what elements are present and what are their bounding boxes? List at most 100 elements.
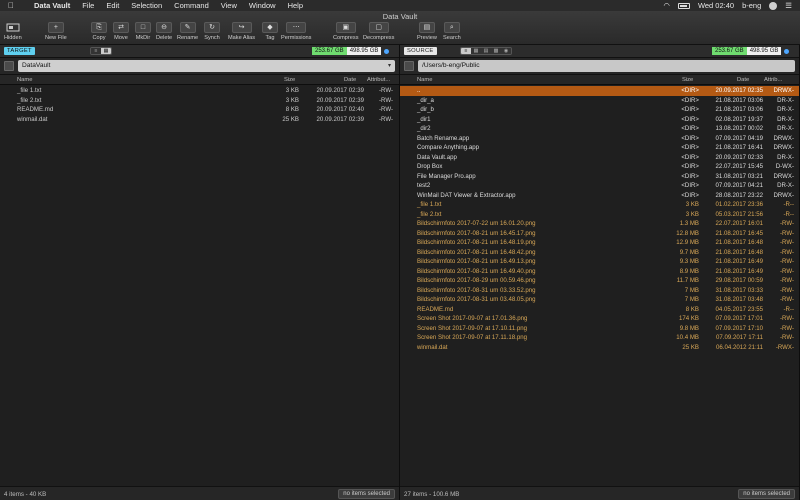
table-row[interactable]: README.md 8 KB 04.05.2017 23:55 -R-- <box>400 305 799 315</box>
table-row[interactable]: Screen Shot 2017-09-07 at 17.01.36.png 17… <box>400 314 799 324</box>
right-eye-icon[interactable]: ◉ <box>501 48 511 54</box>
table-row[interactable]: Bildschirmfoto 2017-08-31 um 03.33.52.pn… <box>400 286 799 296</box>
table-row[interactable]: Bildschirmfoto 2017-08-21 um 16.49.13.pn… <box>400 257 799 267</box>
mkdir-button[interactable]: □ MkDir <box>135 22 151 41</box>
left-icon-view-icon[interactable]: ▦ <box>101 48 111 54</box>
right-status-bar: 27 items - 100.6 MB no items selected <box>400 486 799 500</box>
tag-button[interactable]: ◆ Tag <box>262 22 278 41</box>
make-alias-button[interactable]: ↪ Make Alias <box>228 22 255 41</box>
right-path-toggle[interactable] <box>404 61 414 71</box>
table-row[interactable]: winmail.dat 25 KB 20.09.2017 02:39 -RW- <box>0 115 399 125</box>
menu-edit[interactable]: Edit <box>100 1 125 10</box>
file-name: _file 1.txt <box>417 201 442 208</box>
file-date: 21.08.2017 16:45 <box>715 229 763 237</box>
menubar-clock[interactable]: Wed 02:40 <box>698 1 734 10</box>
table-row[interactable]: Bildschirmfoto 2017-08-21 um 16.48.42.pn… <box>400 248 799 258</box>
permissions-button[interactable]: ⋯ Permissions <box>281 22 311 41</box>
file-name: _file 2.txt <box>417 210 442 218</box>
table-row[interactable]: winmail.dat 25 KB 06.04.2012 21:11 -RWX- <box>400 343 799 353</box>
left-path-field[interactable]: DataVault ▾ <box>18 60 395 72</box>
table-row[interactable]: Bildschirmfoto 2017-08-21 um 16.45.17.pn… <box>400 229 799 239</box>
table-row[interactable]: Bildschirmfoto 2017-08-29 um 00.59.46.pn… <box>400 276 799 286</box>
left-path-toggle[interactable] <box>4 61 14 71</box>
menu-window[interactable]: Window <box>243 1 282 10</box>
right-disk-space: 253.67 GB 498.95 GB <box>712 47 790 55</box>
new-file-button[interactable]: + New File <box>45 22 67 41</box>
synch-button[interactable]: ↻ Synch <box>204 22 220 41</box>
menu-app-name[interactable]: Data Vault <box>28 1 76 10</box>
right-columns-view-icon[interactable]: ▤ <box>481 48 491 54</box>
delete-button[interactable]: ⊖ Delete <box>156 22 172 41</box>
preview-button[interactable]: ▤ Preview <box>417 22 437 41</box>
table-row[interactable]: _dir1 <DIR> 02.08.2017 19:37 DR-X- <box>400 115 799 125</box>
left-list-view-icon[interactable]: ≡ <box>91 48 101 54</box>
battery-icon[interactable] <box>677 2 690 9</box>
table-row[interactable]: .. <DIR> 20.09.2017 02:35 DRWX- <box>400 86 799 96</box>
decompress-button[interactable]: ▢ Decompress <box>363 22 394 41</box>
right-col-attrib[interactable]: Attrib... <box>764 77 782 83</box>
new-file-icon: + <box>47 22 64 33</box>
table-row[interactable]: Drop Box <DIR> 22.07.2017 15:45 D-WX- <box>400 162 799 172</box>
right-pane: SOURCE ≡ ▦ ▤ ▩ ◉ 253.67 GB 498.95 GB /Us… <box>400 45 800 500</box>
source-tag[interactable]: SOURCE <box>404 47 437 55</box>
left-path-chevron-icon[interactable]: ▾ <box>388 60 391 72</box>
menu-command[interactable]: Command <box>168 1 215 10</box>
rename-icon: ✎ <box>179 22 196 33</box>
table-row[interactable]: _file 2.txt 3 KB 20.09.2017 02:39 -RW- <box>0 96 399 106</box>
right-col-name[interactable]: Name <box>417 77 432 83</box>
table-row[interactable]: Batch Rename.app <DIR> 07.09.2017 04:19 DRW… <box>400 134 799 144</box>
left-col-date[interactable]: Date <box>344 77 356 83</box>
table-row[interactable]: _file 1.txt 3 KB 20.09.2017 02:39 -RW- <box>0 86 399 96</box>
table-row[interactable]: Bildschirmfoto 2017-08-21 um 16.49.40.pn… <box>400 267 799 277</box>
table-row[interactable]: _file 2.txt 3 KB 05.03.2017 21:56 -R-- <box>400 210 799 220</box>
file-date: 31.08.2017 03:21 <box>715 172 763 180</box>
search-button[interactable]: ⌕ Search <box>443 22 461 41</box>
apple-icon[interactable]:  <box>8 1 18 10</box>
menubar-user[interactable]: b-eng <box>742 1 761 10</box>
right-col-date[interactable]: Date <box>737 77 749 83</box>
table-row[interactable]: README.md 8 KB 20.09.2017 02:40 -RW- <box>0 105 399 115</box>
notification-center-icon[interactable]: ☰ <box>785 1 792 10</box>
table-row[interactable]: Bildschirmfoto 2017-07-22 um 16.01.20.pn… <box>400 219 799 229</box>
synch-label: Synch <box>204 35 220 41</box>
right-path-field[interactable]: /Users/b-eng/Public <box>418 60 795 72</box>
move-button[interactable]: ⇄ Move <box>113 22 129 41</box>
table-row[interactable]: Compare Anything.app <DIR> 21.08.2017 16:4… <box>400 143 799 153</box>
right-view-switcher[interactable]: ≡ ▦ ▤ ▩ ◉ <box>460 47 512 55</box>
table-row[interactable]: _dir_b <DIR> 21.08.2017 03:06 DR-X- <box>400 105 799 115</box>
file-attributes: DRWX- <box>773 172 794 180</box>
table-row[interactable]: _file 1.txt 3 KB 01.02.2017 23:36 -R-- <box>400 200 799 210</box>
table-row[interactable]: _dir2 <DIR> 13.08.2017 00:02 DR-X- <box>400 124 799 134</box>
menu-help[interactable]: Help <box>282 1 309 10</box>
menu-view[interactable]: View <box>215 1 243 10</box>
right-selection-button[interactable]: no items selected <box>738 489 795 499</box>
left-col-name[interactable]: Name <box>17 77 32 83</box>
right-coverflow-view-icon[interactable]: ▩ <box>491 48 501 54</box>
menu-file[interactable]: File <box>76 1 100 10</box>
table-row[interactable]: Data Vault.app <DIR> 20.09.2017 02:33 DR-X- <box>400 153 799 163</box>
right-col-size[interactable]: Size <box>682 77 693 83</box>
table-row[interactable]: File Manager Pro.app <DIR> 31.08.2017 03:2… <box>400 172 799 182</box>
left-selection-button[interactable]: no items selected <box>338 489 395 499</box>
spotlight-icon[interactable] <box>769 1 778 10</box>
hidden-button[interactable]: Hidden <box>4 22 22 41</box>
table-row[interactable]: Screen Shot 2017-09-07 at 17.11.18.png 10… <box>400 333 799 343</box>
right-list-view-icon[interactable]: ≡ <box>461 48 471 54</box>
compress-button[interactable]: ▣ Compress <box>333 22 359 41</box>
table-row[interactable]: test2 <DIR> 07.09.2017 04:21 DR-X- <box>400 181 799 191</box>
table-row[interactable]: Screen Shot 2017-09-07 at 17.10.11.png 9.… <box>400 324 799 334</box>
left-view-switcher[interactable]: ≡ ▦ <box>90 47 112 55</box>
menu-selection[interactable]: Selection <box>125 1 168 10</box>
right-icon-view-icon[interactable]: ▦ <box>471 48 481 54</box>
table-row[interactable]: WinMail DAT Viewer & Extractor.app <DIR> 2… <box>400 191 799 201</box>
copy-button[interactable]: ⎘ Copy <box>91 22 107 41</box>
rename-button[interactable]: ✎ Rename <box>177 22 198 41</box>
left-col-size[interactable]: Size <box>284 77 295 83</box>
file-size: 3 KB <box>285 96 299 104</box>
left-col-attrib[interactable]: Attribut... <box>367 77 390 83</box>
target-tag[interactable]: TARGET <box>4 47 35 55</box>
table-row[interactable]: Bildschirmfoto 2017-08-21 um 16.48.19.pn… <box>400 238 799 248</box>
table-row[interactable]: Bildschirmfoto 2017-08-31 um 03.48.05.pn… <box>400 295 799 305</box>
table-row[interactable]: _dir_a <DIR> 21.08.2017 03:06 DR-X- <box>400 96 799 106</box>
wifi-icon[interactable]: ◠ <box>663 1 670 10</box>
